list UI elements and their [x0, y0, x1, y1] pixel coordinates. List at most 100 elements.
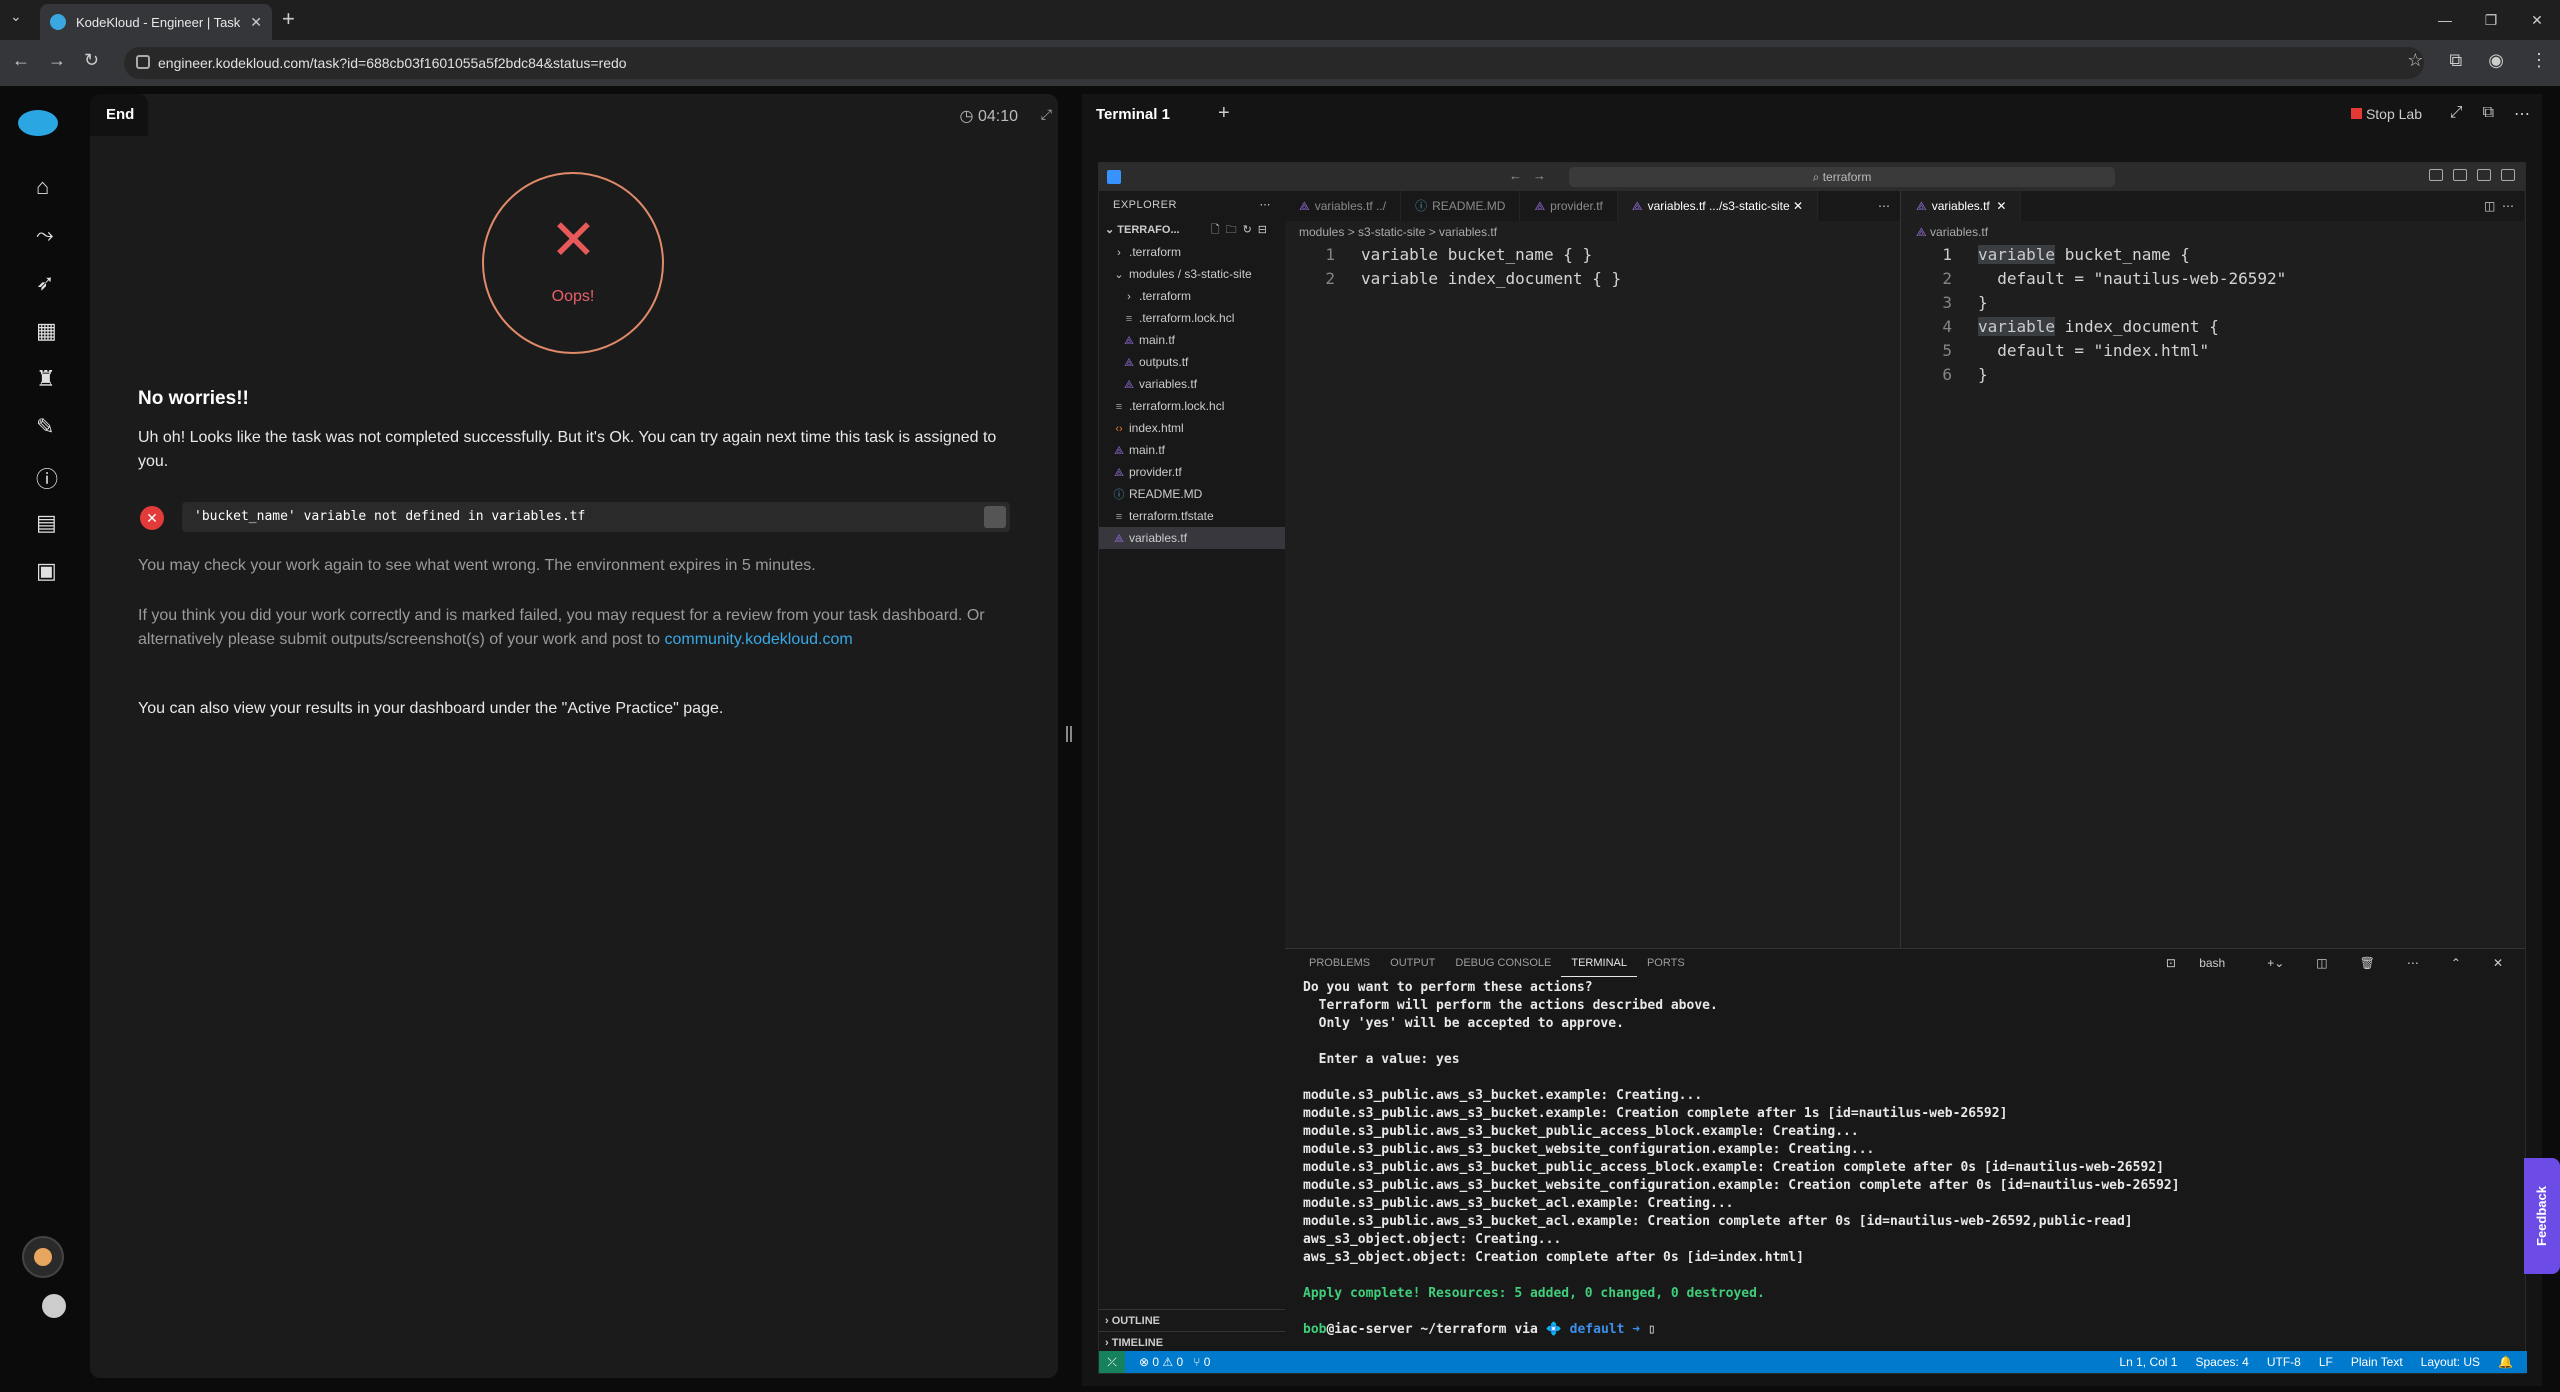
- close-panel-icon[interactable]: ✕: [2483, 949, 2513, 977]
- encoding[interactable]: UTF-8: [2267, 1351, 2301, 1373]
- customize-layout-icon[interactable]: [2429, 169, 2443, 181]
- copy-icon[interactable]: [984, 506, 1006, 528]
- editor-tabs-2: ⟁ variables.tf ✕ ◫ ⋯: [1902, 191, 2524, 221]
- file-tree-item[interactable]: › .terraform: [1099, 241, 1285, 263]
- project-folder[interactable]: ⌄ TERRAFO... 🗋🗀↻⊟: [1099, 219, 1285, 241]
- file-tree-item[interactable]: › .terraform: [1099, 285, 1285, 307]
- site-info-icon[interactable]: [136, 55, 150, 69]
- file-tree-item[interactable]: ⌄ modules / s3-static-site: [1099, 263, 1285, 285]
- add-terminal-icon[interactable]: +: [1218, 102, 1230, 125]
- chat-icon[interactable]: ▣: [36, 558, 62, 584]
- editor-tab[interactable]: ⓘ README.MD: [1401, 191, 1521, 221]
- restore-icon[interactable]: ❐: [2468, 0, 2514, 40]
- file-tree-item[interactable]: ⟁ provider.tf: [1099, 461, 1285, 483]
- editor-tab[interactable]: ⟁ provider.tf: [1520, 191, 1618, 221]
- new-tab-icon[interactable]: +: [282, 6, 295, 32]
- panel-tab-output[interactable]: OUTPUT: [1380, 949, 1445, 977]
- stop-lab-button[interactable]: Stop Lab: [2350, 106, 2422, 122]
- community-link[interactable]: community.kodekloud.com: [665, 631, 853, 648]
- panel-tab-debug-console[interactable]: DEBUG CONSOLE: [1445, 949, 1561, 977]
- file-tree-item[interactable]: ⓘ README.MD: [1099, 483, 1285, 505]
- open-external-icon[interactable]: ⧉: [2483, 104, 2494, 124]
- close-tab-icon[interactable]: ✕: [250, 14, 262, 31]
- user-avatar[interactable]: [42, 1294, 66, 1318]
- back-icon[interactable]: ←: [12, 50, 30, 71]
- mascot-avatar[interactable]: [22, 1236, 64, 1278]
- terminal-output[interactable]: Do you want to perform these actions? Te…: [1285, 977, 2525, 1339]
- panel-resize-handle[interactable]: [1066, 726, 1072, 742]
- toggle-sidebar-icon[interactable]: [2453, 169, 2467, 181]
- explorer-more-icon[interactable]: ⋯: [1260, 191, 1272, 219]
- editor-tab[interactable]: ⟁ variables.tf ../: [1285, 191, 1402, 221]
- browser-menu-icon[interactable]: ⋮: [2530, 50, 2548, 71]
- new-terminal-icon[interactable]: +⌄: [2257, 949, 2294, 977]
- tab-terminal-1[interactable]: Terminal 1: [1096, 106, 1170, 123]
- video-icon[interactable]: ▦: [36, 318, 62, 344]
- rocket-icon[interactable]: ➶: [36, 270, 62, 296]
- indentation[interactable]: Spaces: 4: [2195, 1351, 2248, 1373]
- address-bar[interactable]: engineer.kodekloud.com/task?id=688cb03f1…: [124, 47, 2424, 79]
- panel-tab-ports[interactable]: PORTS: [1637, 949, 1695, 977]
- status-problems[interactable]: ⊗ 0 ⚠ 0 ⑂ 0: [1139, 1351, 1210, 1373]
- keyboard-layout[interactable]: Layout: US: [2421, 1351, 2480, 1373]
- tab-end[interactable]: End: [90, 94, 148, 136]
- shell-selector[interactable]: ⊡ bash: [2146, 949, 2245, 977]
- panel-more-icon[interactable]: ⋯: [2397, 949, 2429, 977]
- file-tree-item[interactable]: ⟁ main.tf: [1099, 329, 1285, 351]
- file-tree-item[interactable]: ⟁ main.tf: [1099, 439, 1285, 461]
- minimize-icon[interactable]: —: [2422, 0, 2468, 40]
- close-icon[interactable]: ✕: [1996, 199, 2006, 213]
- timeline-section[interactable]: › TIMELINE: [1099, 1331, 1285, 1353]
- code-editor-1[interactable]: 1 variable bucket_name { } 2 variable index…: [1285, 243, 1900, 291]
- toggle-secondary-sidebar-icon[interactable]: [2501, 169, 2515, 181]
- forward-icon[interactable]: →: [48, 50, 66, 71]
- profile-icon[interactable]: ◉: [2488, 50, 2504, 71]
- close-window-icon[interactable]: ✕: [2514, 0, 2560, 40]
- file-tree-item[interactable]: ≡ terraform.tfstate: [1099, 505, 1285, 527]
- outline-section[interactable]: › OUTLINE: [1099, 1309, 1285, 1331]
- leaderboard-icon[interactable]: ♜: [36, 366, 62, 392]
- expand-icon[interactable]: ⤢: [1041, 106, 1052, 123]
- fullscreen-icon[interactable]: ⤢: [2450, 104, 2463, 124]
- info-icon[interactable]: ⓘ: [36, 462, 62, 492]
- file-tree-item[interactable]: ≡ .terraform.lock.hcl: [1099, 307, 1285, 329]
- end-of-line[interactable]: LF: [2319, 1351, 2333, 1373]
- editor-tab[interactable]: ⟁ variables.tf .../s3-static-site ✕: [1617, 191, 1819, 221]
- cursor-position[interactable]: Ln 1, Col 1: [2119, 1351, 2177, 1373]
- home-icon[interactable]: ⌂: [36, 174, 62, 200]
- editor-tab-variables[interactable]: ⟁ variables.tf ✕: [1902, 191, 2022, 221]
- file-tree-item[interactable]: ⟁ outputs.tf: [1099, 351, 1285, 373]
- notes-icon[interactable]: ✎: [36, 414, 62, 440]
- toggle-panel-icon[interactable]: [2477, 169, 2491, 181]
- close-icon[interactable]: ✕: [1790, 199, 1803, 213]
- code-editor-2[interactable]: 1 variable bucket_name {2 default = "naut…: [1902, 243, 2524, 387]
- explorer-actions[interactable]: 🗋🗀↻⊟: [1211, 219, 1273, 241]
- editor-more-icon[interactable]: ⋯: [1878, 191, 1890, 221]
- kodekloud-logo-icon[interactable]: [18, 110, 58, 136]
- language-mode[interactable]: Plain Text: [2351, 1351, 2403, 1373]
- split-terminal-icon[interactable]: ◫: [2306, 949, 2337, 977]
- route-icon[interactable]: ⤳: [36, 222, 62, 248]
- feedback-button[interactable]: Feedback: [2524, 1158, 2560, 1274]
- panel-tab-problems[interactable]: PROBLEMS: [1299, 949, 1380, 977]
- reload-icon[interactable]: ↻: [84, 50, 99, 71]
- file-tree-item[interactable]: ⟁ variables.tf: [1099, 527, 1285, 549]
- maximize-panel-icon[interactable]: ⌃: [2441, 949, 2471, 977]
- vscode-nav-arrows[interactable]: ← →: [1509, 168, 1546, 183]
- command-center-search[interactable]: ⌕ terraform: [1569, 167, 2115, 187]
- extensions-icon[interactable]: ⧉: [2449, 50, 2462, 71]
- kill-terminal-icon[interactable]: 🗑: [2350, 949, 2385, 977]
- file-tree-item[interactable]: ‹› index.html: [1099, 417, 1285, 439]
- file-tree-item[interactable]: ⟁ variables.tf: [1099, 373, 1285, 395]
- more-icon[interactable]: ⋯: [2514, 104, 2530, 124]
- remote-indicator-icon[interactable]: ⤫: [1099, 1351, 1125, 1373]
- browser-tab[interactable]: KodeKloud - Engineer | Task ✕: [40, 4, 272, 40]
- panel-tab-terminal[interactable]: TERMINAL: [1561, 949, 1637, 977]
- book-icon[interactable]: ▤: [36, 510, 62, 536]
- file-tree-item[interactable]: ≡ .terraform.lock.hcl: [1099, 395, 1285, 417]
- editor2-actions[interactable]: ◫ ⋯: [2484, 191, 2514, 221]
- error-message-box: 'bucket_name' variable not defined in va…: [182, 502, 1010, 532]
- tab-search-icon[interactable]: ⌄: [10, 8, 22, 25]
- notifications-icon[interactable]: 🔔: [2498, 1351, 2513, 1373]
- bookmark-star-icon[interactable]: ☆: [2407, 50, 2423, 71]
